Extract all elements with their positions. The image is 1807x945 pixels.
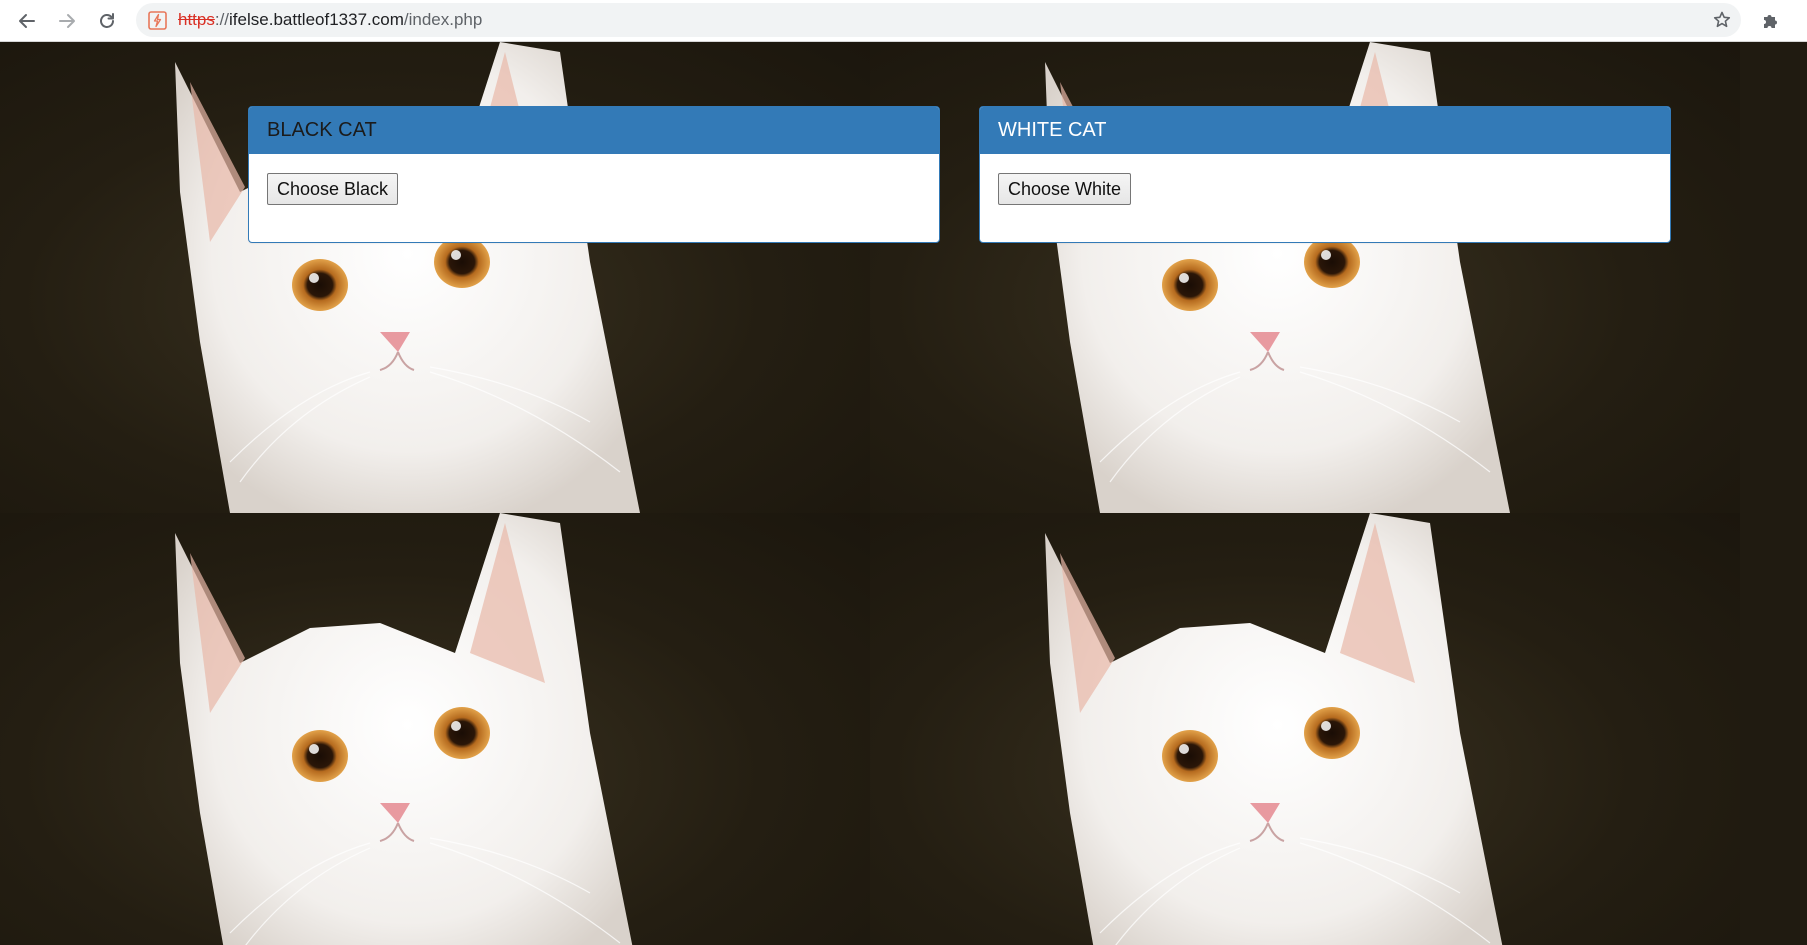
choose-black-button[interactable]: Choose Black: [267, 173, 399, 205]
choose-white-button[interactable]: Choose White: [998, 173, 1132, 205]
black-cat-panel-body: Choose Black: [249, 154, 939, 224]
bookmark-button[interactable]: [1711, 9, 1733, 31]
back-button[interactable]: [12, 6, 42, 36]
url-path: /index.php: [403, 10, 483, 29]
white-cat-panel: WHITE CAT Choose White: [979, 106, 1671, 243]
black-cat-panel: BLACK CAT Choose Black: [248, 106, 940, 243]
white-cat-image: [1045, 513, 1503, 945]
page-viewport: BLACK CAT Choose Black WHITE CAT Choose …: [0, 42, 1807, 945]
black-cat-heading: BLACK CAT: [249, 107, 939, 154]
cat-background-tile: [870, 513, 1740, 945]
back-arrow-icon: [19, 14, 35, 28]
extensions-button[interactable]: [1757, 8, 1785, 34]
url-host: ifelse.battleof1337.com: [229, 10, 404, 29]
not-secure-site-icon[interactable]: [148, 11, 167, 30]
forward-button[interactable]: [52, 6, 82, 36]
white-cat-panel-body: Choose White: [980, 154, 1670, 224]
cat-background-tile: [0, 513, 870, 945]
url-text[interactable]: https://ifelse.battleof1337.com/index.ph…: [178, 10, 482, 30]
browser-toolbar: https://ifelse.battleof1337.com/index.ph…: [0, 0, 1807, 42]
forward-arrow-icon: [59, 14, 75, 28]
white-cat-image: [175, 513, 633, 945]
address-bar[interactable]: https://ifelse.battleof1337.com/index.ph…: [136, 3, 1741, 37]
star-icon: [1713, 11, 1731, 28]
reload-icon: [100, 13, 114, 28]
url-separator: ://: [214, 10, 230, 29]
white-cat-heading: WHITE CAT: [980, 107, 1670, 154]
puzzle-icon: [1764, 15, 1777, 28]
reload-button[interactable]: [92, 6, 122, 36]
url-scheme: https: [178, 10, 215, 29]
